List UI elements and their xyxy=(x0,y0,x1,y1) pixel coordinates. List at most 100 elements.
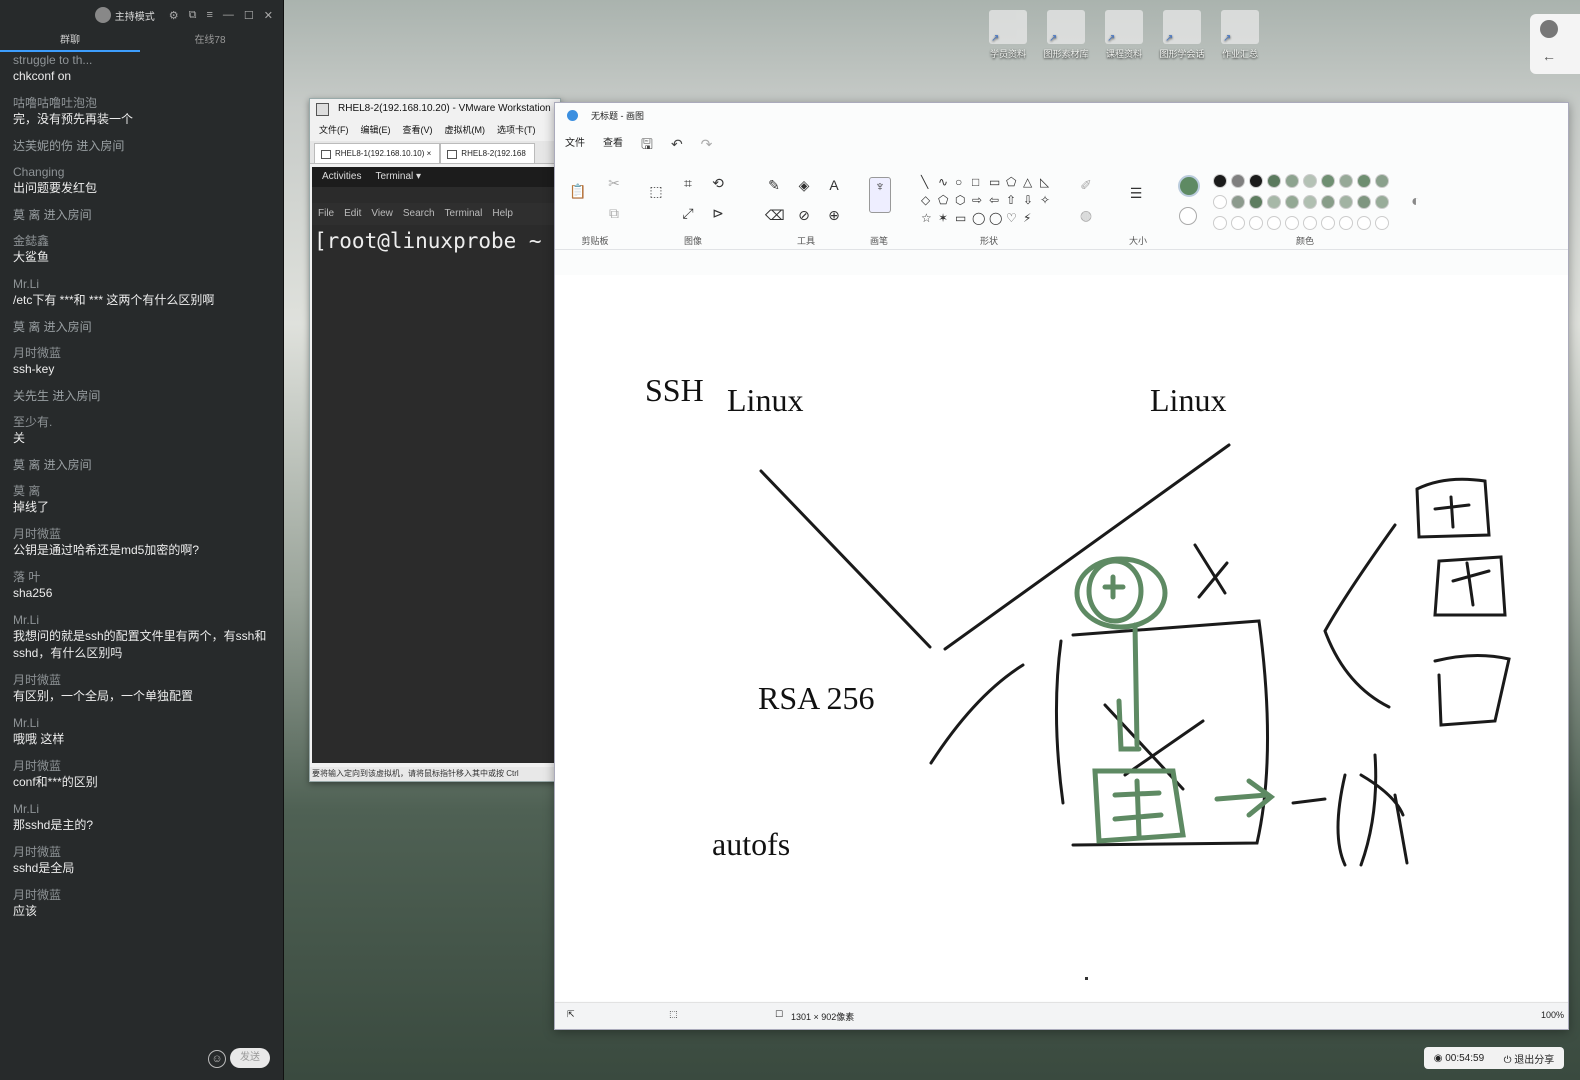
terminal-prompt[interactable]: [root@linuxprobe ~ xyxy=(312,225,558,257)
send-button[interactable]: 发送 xyxy=(230,1048,270,1068)
message-nickname[interactable]: struggle to th... xyxy=(13,52,270,68)
message-nickname[interactable]: 月时微蓝 xyxy=(13,844,270,860)
desktop-shortcut[interactable]: 图形学会话 xyxy=(1157,10,1207,60)
message-nickname[interactable]: 月时微蓝 xyxy=(13,887,270,903)
crop-icon[interactable]: ⌗ xyxy=(679,175,697,192)
menu-icon[interactable]: ≡ xyxy=(206,9,212,21)
edit-colors-icon[interactable]: ◐ xyxy=(1411,193,1421,211)
color-swatch[interactable] xyxy=(1285,216,1299,230)
desktop-shortcut[interactable]: 作业汇总 xyxy=(1215,10,1265,60)
menu-item-file[interactable]: 文件(F) xyxy=(319,119,349,141)
color-swatch[interactable] xyxy=(1267,174,1281,188)
shape-fill-icon[interactable]: ◍ xyxy=(1077,207,1095,224)
shape-icon[interactable]: ▭ xyxy=(989,175,1006,189)
size-icon[interactable]: ☰ xyxy=(1127,185,1145,202)
outline-icon[interactable]: ✐ xyxy=(1077,177,1095,194)
color-swatch[interactable] xyxy=(1267,216,1281,230)
color2-swatch[interactable] xyxy=(1179,207,1197,225)
desktop-shortcut[interactable]: 学员资料 xyxy=(983,10,1033,60)
term-menu-edit[interactable]: Edit xyxy=(344,203,361,225)
term-menu-search[interactable]: Search xyxy=(403,203,435,225)
message-nickname[interactable]: Mr.Li xyxy=(13,715,270,731)
message-nickname[interactable]: 月时微蓝 xyxy=(13,345,270,361)
close-icon[interactable]: × xyxy=(427,149,432,158)
redo-icon[interactable]: ↷ xyxy=(701,129,713,159)
guest-screen[interactable]: Activities Terminal ▾ File Edit View Sea… xyxy=(312,167,558,763)
color-swatch[interactable] xyxy=(1303,216,1317,230)
shape-icon[interactable]: ⇩ xyxy=(1023,193,1040,207)
tab-online[interactable]: 在线78 xyxy=(140,30,280,52)
color-swatch[interactable] xyxy=(1339,174,1353,188)
shape-icon[interactable]: ☆ xyxy=(921,211,938,225)
shape-icon[interactable]: ◇ xyxy=(921,193,938,207)
shape-icon[interactable]: ⬡ xyxy=(955,193,972,207)
message-nickname[interactable]: 莫 离 进入房间 xyxy=(13,457,270,473)
maximize-icon[interactable]: ☐ xyxy=(244,9,254,22)
message-nickname[interactable]: 莫 离 进入房间 xyxy=(13,207,270,223)
color-swatch[interactable] xyxy=(1231,195,1245,209)
shape-icon[interactable] xyxy=(1040,211,1057,225)
message-nickname[interactable]: 落 叶 xyxy=(13,569,270,585)
color-swatch[interactable] xyxy=(1339,216,1353,230)
shape-icon[interactable]: □ xyxy=(972,175,989,189)
message-nickname[interactable]: Changing xyxy=(13,164,270,180)
color-swatch[interactable] xyxy=(1357,216,1371,230)
shapes-gallery[interactable]: ╲ ∿ ○ □ ▭ ⬠ △ ◺ ◇ ⬠ ⬡ ⇨ ⇦ ⇧ ⇩ ✧ ☆ ✶ ▭ ◯ ◯ ♡ ⚡ xyxy=(921,175,1057,225)
message-nickname[interactable]: 金鋕鑫 xyxy=(13,233,270,249)
term-menu-terminal[interactable]: Terminal xyxy=(445,203,483,225)
color-swatch[interactable] xyxy=(1303,174,1317,188)
message-nickname[interactable]: 莫 离 进入房间 xyxy=(13,319,270,335)
color-swatch[interactable] xyxy=(1231,216,1245,230)
term-menu-view[interactable]: View xyxy=(371,203,393,225)
emoji-icon[interactable]: ☺ xyxy=(208,1050,226,1068)
activities-button[interactable]: Activities xyxy=(322,167,361,187)
shape-icon[interactable]: ◯ xyxy=(972,211,989,225)
message-nickname[interactable]: 莫 离 xyxy=(13,483,270,499)
rotate-icon[interactable]: ⟲ xyxy=(709,175,727,192)
fill-icon[interactable]: ◈ xyxy=(795,177,813,194)
message-nickname[interactable]: 月时微蓝 xyxy=(13,526,270,542)
brush-icon[interactable]: ♆ xyxy=(869,177,891,213)
minimize-icon[interactable]: — xyxy=(223,9,234,21)
color-swatch[interactable] xyxy=(1339,195,1353,209)
term-menu-help[interactable]: Help xyxy=(492,203,513,225)
shape-icon[interactable]: ⚡ xyxy=(1023,211,1040,225)
zoom-level[interactable]: 100% xyxy=(1541,1010,1564,1020)
text-icon[interactable]: A xyxy=(825,177,843,193)
settings-icon[interactable]: ⚙ xyxy=(169,9,179,22)
flip-icon[interactable]: ⊳ xyxy=(709,205,727,222)
shape-icon[interactable]: ⇨ xyxy=(972,193,989,207)
color-swatch[interactable] xyxy=(1249,216,1263,230)
drawing-canvas[interactable]: SSH Linux Linux RSA 256 autofs xyxy=(555,275,1568,1001)
eraser-icon[interactable]: ⌫ xyxy=(765,207,785,224)
color-palette[interactable] xyxy=(1213,174,1393,230)
color-swatch[interactable] xyxy=(1375,195,1389,209)
color-swatch[interactable] xyxy=(1213,174,1227,188)
host-mode[interactable]: 主持模式 xyxy=(94,7,155,23)
save-icon[interactable]: 🖫 xyxy=(641,129,653,159)
desktop-shortcut[interactable]: 图形素材库 xyxy=(1041,10,1091,60)
color-swatch[interactable] xyxy=(1285,195,1299,209)
select-icon[interactable]: ⬚ xyxy=(647,183,665,200)
undo-icon[interactable]: ↶ xyxy=(671,129,683,159)
color-swatch[interactable] xyxy=(1285,174,1299,188)
color-swatch[interactable] xyxy=(1267,195,1281,209)
shape-icon[interactable]: ✧ xyxy=(1040,193,1057,207)
shape-icon[interactable]: ⬠ xyxy=(938,193,955,207)
color-swatch[interactable] xyxy=(1249,195,1263,209)
color-swatch[interactable] xyxy=(1375,174,1389,188)
color-swatch[interactable] xyxy=(1357,174,1371,188)
shape-icon[interactable]: ✶ xyxy=(938,211,955,225)
color1-swatch[interactable] xyxy=(1178,175,1200,197)
message-nickname[interactable]: Mr.Li xyxy=(13,276,270,292)
color-swatch[interactable] xyxy=(1375,216,1389,230)
message-nickname[interactable]: Mr.Li xyxy=(13,801,270,817)
shape-icon[interactable]: ⬠ xyxy=(1006,175,1023,189)
magnifier-icon[interactable]: ⊕ xyxy=(825,207,843,224)
term-menu-file[interactable]: File xyxy=(318,203,334,225)
shape-icon[interactable]: ○ xyxy=(955,175,972,189)
message-nickname[interactable]: Mr.Li xyxy=(13,612,270,628)
shape-icon[interactable]: ╲ xyxy=(921,175,938,189)
shape-icon[interactable]: ◯ xyxy=(989,211,1006,225)
shape-icon[interactable]: ⇧ xyxy=(1006,193,1023,207)
